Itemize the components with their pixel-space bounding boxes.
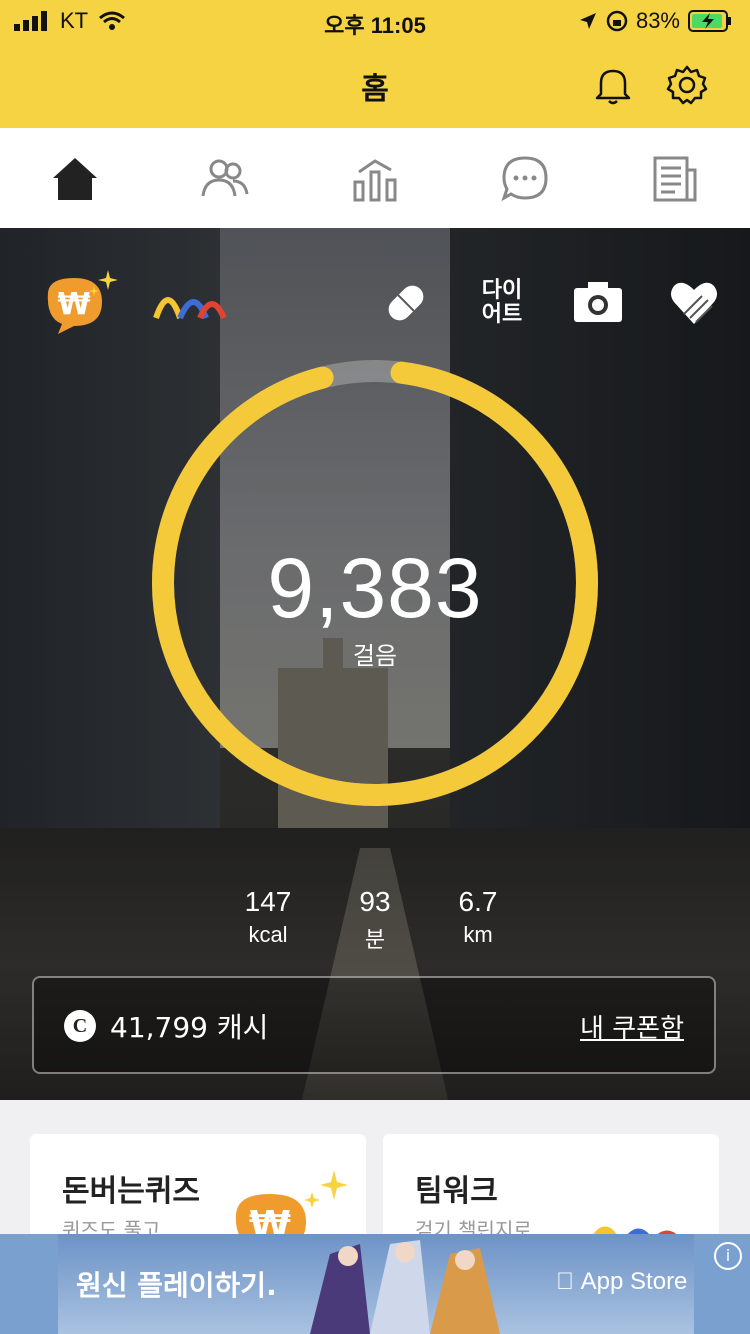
- battery-icon: [688, 10, 731, 32]
- card-title: 팀워크: [415, 1174, 498, 1209]
- cash-bar[interactable]: C 41,799 캐시 내 쿠폰함: [32, 976, 716, 1074]
- stat-distance: 6.7 km: [428, 886, 528, 948]
- app-store-text: App Store: [556, 1268, 688, 1295]
- battery-percent: 83%: [635, 8, 680, 33]
- hero-panel: ₩ 다이 어트 9,383 걸음 147 kcal 93 분 6.7 km C …: [0, 228, 750, 1100]
- diet-label: 다이 어트: [481, 278, 523, 327]
- cash-coin-icon: C: [64, 1010, 96, 1042]
- tab-friends-icon[interactable]: [200, 154, 250, 204]
- stat-minutes: 93 분: [325, 886, 425, 954]
- heart-hand-icon[interactable]: [668, 268, 720, 338]
- bell-icon[interactable]: [592, 64, 634, 106]
- stat-value: 93: [359, 886, 391, 917]
- app-header: 홈: [0, 40, 750, 128]
- tab-stats-icon[interactable]: [350, 154, 400, 204]
- stat-calories: 147 kcal: [218, 886, 318, 948]
- tab-news-icon[interactable]: [650, 154, 700, 204]
- diet-button[interactable]: 다이 어트: [474, 268, 530, 338]
- page-title: 홈: [361, 72, 389, 107]
- stat-unit: km: [463, 922, 493, 947]
- step-count: 9,383: [267, 541, 483, 635]
- tab-home-icon[interactable]: [50, 154, 100, 204]
- cash-amount: 41,799 캐시: [110, 1011, 269, 1044]
- ad-title: 원신 플레이하기.: [76, 1269, 277, 1302]
- ad-characters-illustration: [310, 1240, 500, 1334]
- ad-banner[interactable]: 원신 플레이하기.  App Store i: [0, 1234, 750, 1334]
- gear-icon[interactable]: [666, 64, 708, 106]
- tab-bar: [0, 128, 750, 228]
- camera-icon[interactable]: [572, 268, 624, 338]
- stat-value: 6.7: [458, 886, 498, 917]
- quiz-won-icon[interactable]: ₩: [44, 268, 120, 338]
- tab-chat-icon[interactable]: [500, 154, 550, 204]
- my-coupon-link[interactable]: 내 쿠폰함: [580, 1008, 684, 1045]
- card-title: 돈버는퀴즈: [62, 1174, 200, 1209]
- step-unit: 걸음: [352, 642, 398, 670]
- svg-text:₩: ₩: [57, 287, 90, 322]
- status-bar: KT 오후 11:05 83%: [0, 0, 750, 40]
- teamwork-icon[interactable]: [150, 268, 230, 338]
- apple-icon: : [556, 1268, 574, 1295]
- stat-unit: 분: [364, 927, 386, 952]
- rotation-lock-icon: [606, 10, 628, 32]
- ad-info-icon[interactable]: i: [714, 1242, 742, 1270]
- location-icon: [579, 13, 596, 29]
- stat-unit: kcal: [248, 922, 288, 947]
- stat-value: 147: [244, 886, 292, 917]
- app-store-label:  App Store: [556, 1268, 687, 1296]
- pill-icon[interactable]: [384, 268, 428, 338]
